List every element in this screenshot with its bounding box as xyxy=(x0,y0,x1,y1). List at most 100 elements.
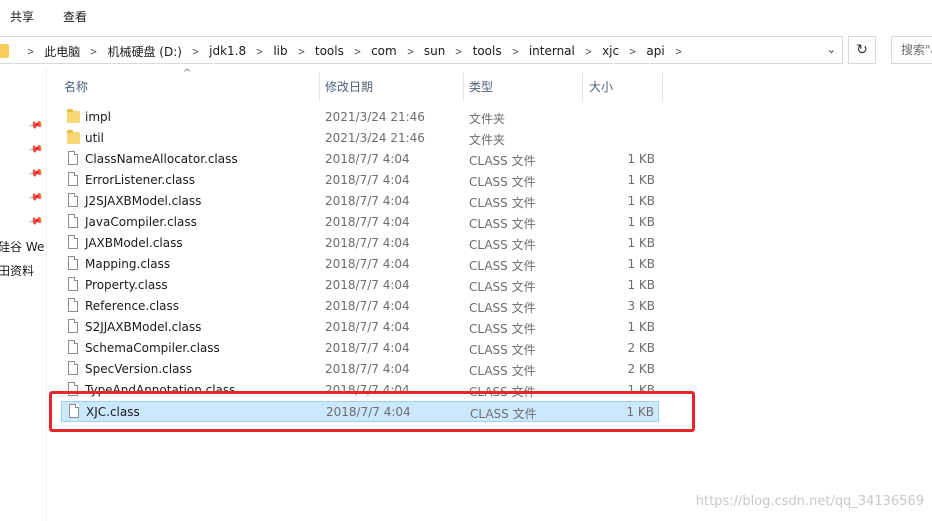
file-type: 文件夹 xyxy=(469,133,506,147)
nav-item[interactable]: 硅谷 We xyxy=(0,238,44,255)
file-date: 2018/7/7 4:04 xyxy=(325,257,410,271)
column-header-name[interactable]: 名称 xyxy=(64,73,88,101)
chevron-right-icon[interactable]: > xyxy=(85,45,104,58)
file-row[interactable]: util 2021/3/24 21:46 文件夹 xyxy=(61,128,659,149)
folder-icon xyxy=(67,109,80,123)
file-size: 1 KB xyxy=(627,194,655,208)
file-date: 2018/7/7 4:04 xyxy=(325,341,410,355)
pin-icon[interactable]: 📌 xyxy=(27,117,44,133)
file-type: CLASS 文件 xyxy=(469,238,536,252)
file-name: J2SJAXBModel.class xyxy=(85,194,202,208)
pin-icon[interactable]: 📌 xyxy=(27,165,44,181)
file-name: SpecVersion.class xyxy=(85,362,192,376)
file-type: 文件夹 xyxy=(469,112,506,126)
file-type: CLASS 文件 xyxy=(469,322,536,336)
address-row: > 此电脑 > 机械硬盘 (D:) > jdk1.8 > lib > tools… xyxy=(0,34,932,68)
file-size: 1 KB xyxy=(627,173,655,187)
file-size: 1 KB xyxy=(627,152,655,166)
file-date: 2018/7/7 4:04 xyxy=(325,236,410,250)
tab-view[interactable]: 查看 xyxy=(63,8,87,25)
file-row[interactable]: ErrorListener.class 2018/7/7 4:04 CLASS 文件… xyxy=(61,170,659,191)
highlight-annotation xyxy=(49,391,695,432)
chevron-right-icon[interactable]: > xyxy=(623,45,642,58)
chevron-right-icon[interactable]: > xyxy=(401,45,420,58)
breadcrumb-item[interactable]: tools xyxy=(471,44,504,58)
refresh-button[interactable]: ↻ xyxy=(848,36,876,64)
chevron-right-icon[interactable]: > xyxy=(292,45,311,58)
file-row[interactable]: impl 2021/3/24 21:46 文件夹 xyxy=(61,107,659,128)
file-row[interactable]: Property.class 2018/7/7 4:04 CLASS 文件 1 KB xyxy=(61,275,659,296)
file-name: S2JJAXBModel.class xyxy=(85,320,202,334)
tab-share[interactable]: 共享 xyxy=(10,8,34,25)
file-icon xyxy=(68,277,78,291)
sort-ascending-icon: ^ xyxy=(183,68,192,79)
file-row[interactable]: Reference.class 2018/7/7 4:04 CLASS 文件 3 KB xyxy=(61,296,659,317)
file-type: CLASS 文件 xyxy=(469,175,536,189)
ribbon: 共享 查看 xyxy=(0,0,932,34)
file-name: JAXBModel.class xyxy=(85,236,183,250)
file-icon xyxy=(68,340,78,354)
file-icon xyxy=(68,214,78,228)
breadcrumb: > 此电脑 > 机械硬盘 (D:) > jdk1.8 > lib > tools… xyxy=(0,37,690,65)
chevron-right-icon[interactable]: > xyxy=(450,45,469,58)
folder-icon xyxy=(67,130,80,144)
column-header-date[interactable]: 修改日期 xyxy=(325,73,373,101)
nav-item[interactable]: 田资料 xyxy=(0,262,34,279)
address-bar[interactable]: > 此电脑 > 机械硬盘 (D:) > jdk1.8 > lib > tools… xyxy=(0,36,843,64)
file-size: 2 KB xyxy=(627,362,655,376)
breadcrumb-item[interactable]: com xyxy=(369,44,399,58)
column-divider[interactable] xyxy=(463,73,464,101)
chevron-right-icon[interactable]: > xyxy=(250,45,269,58)
file-icon xyxy=(68,298,78,312)
column-header-type[interactable]: 类型 xyxy=(469,73,493,101)
file-row[interactable]: ClassNameAllocator.class 2018/7/7 4:04 CLA… xyxy=(61,149,659,170)
file-row[interactable]: JavaCompiler.class 2018/7/7 4:04 CLASS 文件 1… xyxy=(61,212,659,233)
file-row[interactable]: Mapping.class 2018/7/7 4:04 CLASS 文件 1 KB xyxy=(61,254,659,275)
file-row[interactable]: SchemaCompiler.class 2018/7/7 4:04 CLASS 文… xyxy=(61,338,659,359)
chevron-right-icon[interactable]: > xyxy=(669,45,688,58)
chevron-right-icon[interactable]: > xyxy=(186,45,205,58)
chevron-right-icon[interactable]: > xyxy=(348,45,367,58)
file-row[interactable]: J2SJAXBModel.class 2018/7/7 4:04 CLASS 文件 1… xyxy=(61,191,659,212)
chevron-right-icon[interactable]: > xyxy=(21,45,40,58)
column-divider[interactable] xyxy=(582,73,583,101)
chevron-right-icon[interactable]: > xyxy=(579,45,598,58)
breadcrumb-item[interactable]: jdk1.8 xyxy=(207,44,248,58)
file-row[interactable]: JAXBModel.class 2018/7/7 4:04 CLASS 文件 1 KB xyxy=(61,233,659,254)
breadcrumb-item[interactable]: 机械硬盘 (D:) xyxy=(105,43,183,60)
file-icon xyxy=(68,172,78,186)
file-date: 2018/7/7 4:04 xyxy=(325,194,410,208)
pin-icon[interactable]: 📌 xyxy=(27,189,44,205)
file-date: 2018/7/7 4:04 xyxy=(325,320,410,334)
column-header-size[interactable]: 大小 xyxy=(589,73,613,101)
breadcrumb-item[interactable]: tools xyxy=(313,44,346,58)
breadcrumb-item[interactable]: api xyxy=(644,44,666,58)
pin-icon[interactable]: 📌 xyxy=(27,213,44,229)
file-size: 1 KB xyxy=(627,236,655,250)
breadcrumb-item[interactable]: sun xyxy=(422,44,447,58)
watermark: https://blog.csdn.net/qq_34136569 xyxy=(695,494,924,509)
file-date: 2021/3/24 21:46 xyxy=(325,131,425,145)
file-date: 2021/3/24 21:46 xyxy=(325,110,425,124)
file-icon xyxy=(68,193,78,207)
column-divider[interactable] xyxy=(662,73,663,101)
search-input[interactable]: 搜索"a xyxy=(891,36,932,64)
breadcrumb-item[interactable]: internal xyxy=(527,44,577,58)
file-name: util xyxy=(85,131,104,145)
folder-icon xyxy=(0,44,9,58)
file-date: 2018/7/7 4:04 xyxy=(325,362,410,376)
chevron-down-icon[interactable]: ⌄ xyxy=(827,43,836,56)
breadcrumb-item[interactable]: lib xyxy=(271,44,289,58)
file-size: 2 KB xyxy=(627,341,655,355)
file-row[interactable]: SpecVersion.class 2018/7/7 4:04 CLASS 文件 2 … xyxy=(61,359,659,380)
file-date: 2018/7/7 4:04 xyxy=(325,299,410,313)
column-divider[interactable] xyxy=(319,73,320,101)
pin-icon[interactable]: 📌 xyxy=(27,141,44,157)
file-type: CLASS 文件 xyxy=(469,343,536,357)
file-date: 2018/7/7 4:04 xyxy=(325,278,410,292)
file-size: 3 KB xyxy=(627,299,655,313)
breadcrumb-item[interactable]: xjc xyxy=(600,44,621,58)
file-row[interactable]: S2JJAXBModel.class 2018/7/7 4:04 CLASS 文件 1… xyxy=(61,317,659,338)
breadcrumb-item[interactable]: 此电脑 xyxy=(42,43,82,60)
chevron-right-icon[interactable]: > xyxy=(506,45,525,58)
